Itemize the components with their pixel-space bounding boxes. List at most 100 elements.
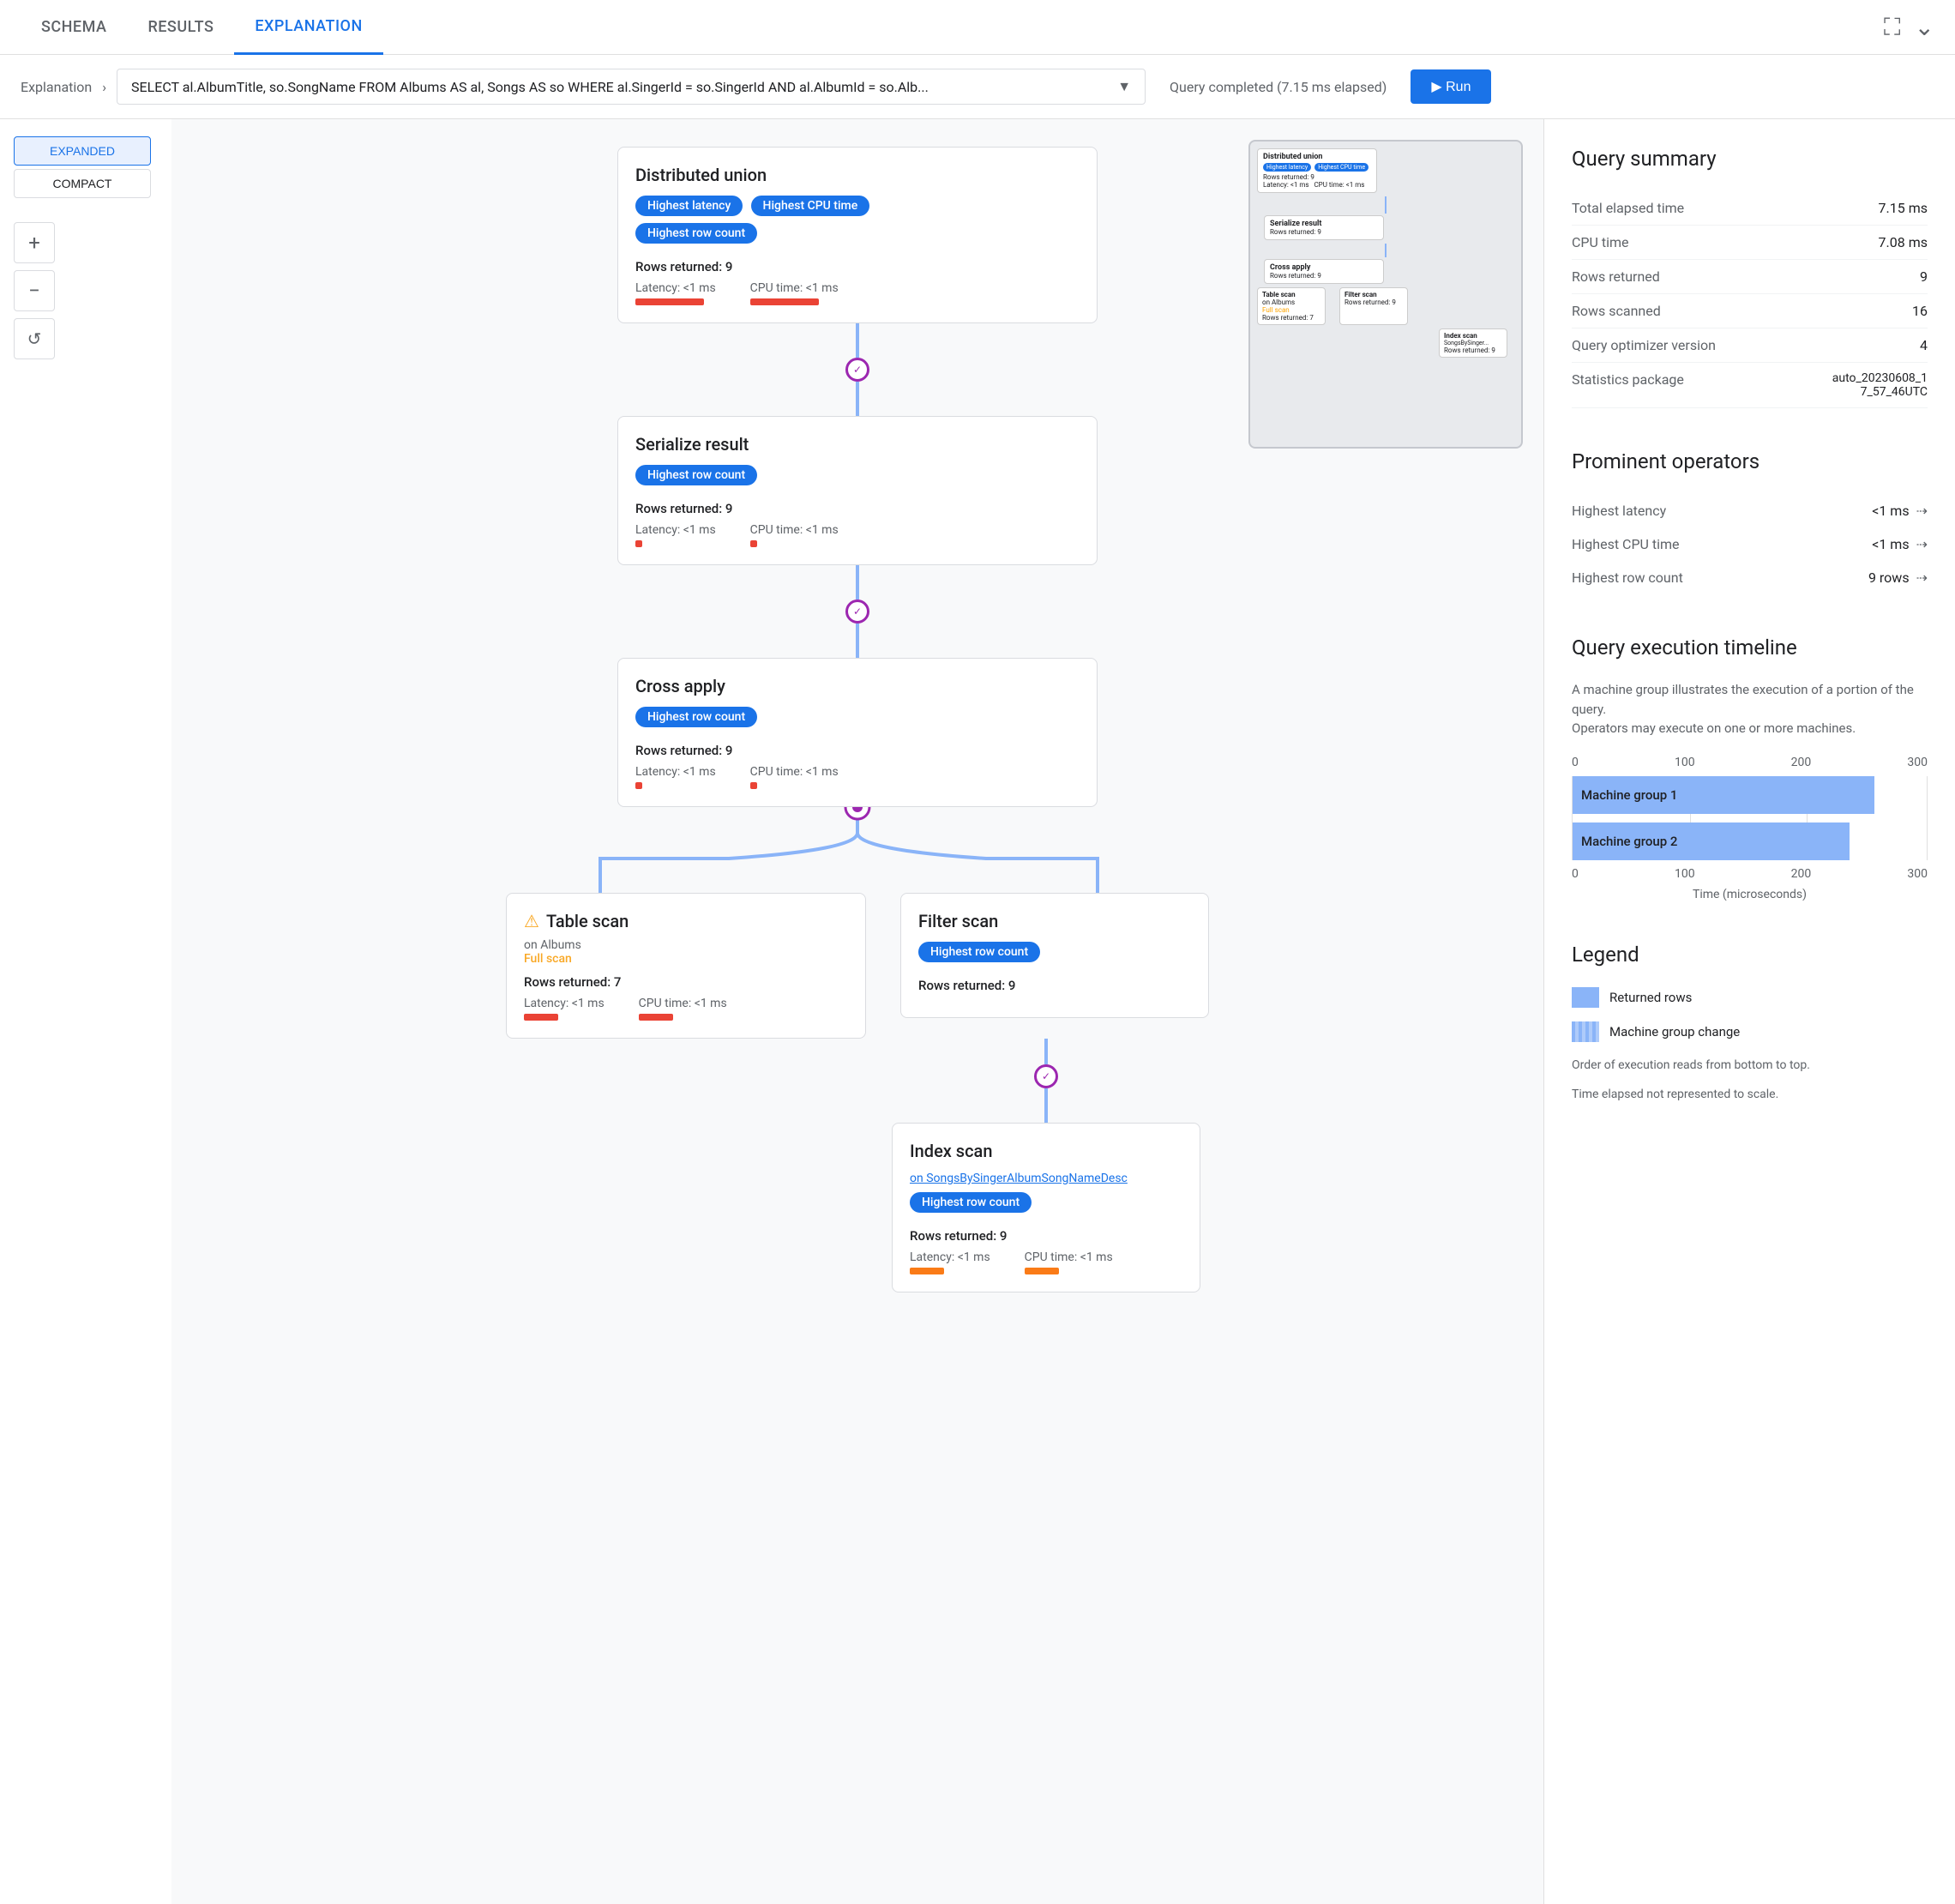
- axis-bottom-100: 100: [1675, 867, 1695, 881]
- machine-group-1-label: Machine group 1: [1581, 787, 1677, 803]
- legend-note-1: Order of execution reads from bottom to …: [1572, 1056, 1928, 1075]
- prominent-operators-title: Prominent operators: [1572, 449, 1928, 473]
- legend-machine-group-label: Machine group change: [1609, 1024, 1740, 1039]
- compact-view-button[interactable]: COMPACT: [14, 169, 151, 198]
- summary-row-5: Statistics package auto_20230608_17_57_4…: [1572, 363, 1928, 408]
- canvas-area: Distributed union Highest latency Highes…: [171, 119, 1543, 1904]
- timeline-chart: 0 100 200 300 Machine group 1: [1572, 756, 1928, 901]
- zoom-in-button[interactable]: +: [14, 222, 55, 263]
- summary-row-1: CPU time 7.08 ms: [1572, 226, 1928, 260]
- query-summary-title: Query summary: [1572, 147, 1928, 171]
- fullscreen-icon[interactable]: ⛶: [1884, 13, 1901, 42]
- distributed-union-cpu: CPU time: <1 ms: [750, 281, 839, 305]
- serialize-latency: Latency: <1 ms: [635, 523, 716, 547]
- table-scan-latency: Latency: <1 ms: [524, 997, 605, 1021]
- index-scan-node: Index scan on SongsBySingerAlbumSongName…: [892, 1123, 1200, 1292]
- distributed-union-rows: Rows returned: 9: [635, 259, 1080, 274]
- axis-200: 200: [1791, 756, 1812, 769]
- query-status: Query completed (7.15 ms elapsed): [1170, 79, 1387, 95]
- prominent-operators-section: Prominent operators Highest latency <1 m…: [1572, 449, 1928, 594]
- expanded-view-button[interactable]: EXPANDED: [14, 136, 151, 166]
- left-controls: EXPANDED COMPACT + − ↺: [0, 119, 171, 1904]
- serialize-rowcount-badge: Highest row count: [635, 465, 757, 485]
- axis-300: 300: [1907, 756, 1928, 769]
- tab-schema[interactable]: SCHEMA: [21, 1, 127, 53]
- query-dropdown-arrow[interactable]: ▼: [1117, 78, 1131, 95]
- link-icon-2[interactable]: ⇢: [1916, 536, 1928, 552]
- table-scan-title: Table scan: [546, 911, 629, 931]
- connector-2: ✓: [845, 565, 869, 658]
- mini-map: Distributed union Highest latency Highes…: [1248, 140, 1523, 449]
- highest-latency-badge: Highest latency: [635, 196, 743, 216]
- refresh-button[interactable]: ↺: [14, 318, 55, 359]
- filter-scan-badge: Highest row count: [918, 942, 1040, 962]
- axis-0: 0: [1572, 756, 1579, 769]
- execution-timeline-section: Query execution timeline A machine group…: [1572, 636, 1928, 901]
- link-icon-3[interactable]: ⇢: [1916, 569, 1928, 586]
- query-input[interactable]: SELECT al.AlbumTitle, so.SongName FROM A…: [117, 69, 1146, 105]
- axis-bottom-200: 200: [1791, 867, 1812, 881]
- filter-scan-node: Filter scan Highest row count Rows retur…: [900, 893, 1209, 1039]
- axis-100: 100: [1675, 756, 1695, 769]
- legend-item-returned-rows: Returned rows: [1572, 987, 1928, 1008]
- index-scan-subtitle[interactable]: on SongsBySingerAlbumSongNameDesc: [910, 1172, 1182, 1185]
- summary-row-3: Rows scanned 16: [1572, 294, 1928, 328]
- highest-cpu-badge: Highest CPU time: [751, 196, 870, 216]
- zoom-out-button[interactable]: −: [14, 270, 55, 311]
- summary-row-2: Rows returned 9: [1572, 260, 1928, 294]
- breadcrumb-arrow: ›: [102, 79, 106, 95]
- legend-returned-rows-label: Returned rows: [1609, 990, 1692, 1005]
- index-scan-title: Index scan: [910, 1141, 1182, 1161]
- chevron-down-icon[interactable]: ⌄: [1915, 13, 1934, 42]
- prominent-row-1: Highest CPU time <1 ms ⇢: [1572, 527, 1928, 561]
- distributed-union-latency: Latency: <1 ms: [635, 281, 716, 305]
- legend-note-2: Time elapsed not represented to scale.: [1572, 1085, 1928, 1104]
- table-scan-subtitle2: Full scan: [524, 952, 848, 966]
- index-scan-connector: ✓: [1034, 1039, 1058, 1123]
- prominent-row-2: Highest row count 9 rows ⇢: [1572, 561, 1928, 594]
- query-bar: Explanation › SELECT al.AlbumTitle, so.S…: [0, 55, 1955, 119]
- legend-solid-box: [1572, 987, 1599, 1008]
- warning-icon: ⚠: [524, 911, 539, 931]
- cross-apply-title: Cross apply: [635, 676, 1080, 696]
- filter-scan-rows: Rows returned: 9: [918, 978, 1191, 993]
- tab-results[interactable]: RESULTS: [127, 1, 234, 53]
- index-scan-cpu: CPU time: <1 ms: [1025, 1250, 1113, 1274]
- highest-rowcount-badge-1: Highest row count: [635, 223, 757, 244]
- distributed-union-title: Distributed union: [635, 165, 1080, 185]
- machine-group-1-bar: Machine group 1: [1573, 776, 1928, 814]
- cross-apply-node: Cross apply Highest row count Rows retur…: [617, 658, 1098, 807]
- legend-item-machine-group: Machine group change: [1572, 1021, 1928, 1042]
- query-summary-section: Query summary Total elapsed time 7.15 ms…: [1572, 147, 1928, 408]
- index-scan-rows: Rows returned: 9: [910, 1228, 1182, 1244]
- branch-arc-svg: [472, 807, 1243, 893]
- axis-bottom-0: 0: [1572, 867, 1579, 881]
- prominent-row-0: Highest latency <1 ms ⇢: [1572, 494, 1928, 527]
- branch-connector: [472, 807, 1243, 893]
- serialize-cpu: CPU time: <1 ms: [750, 523, 839, 547]
- serialize-result-node: Serialize result Highest row count Rows …: [617, 416, 1098, 565]
- table-scan-node: ⚠ Table scan on Albums Full scan Rows re…: [506, 893, 866, 1039]
- connector-1: ✓: [845, 323, 869, 416]
- run-button[interactable]: ▶ Run: [1411, 69, 1491, 104]
- machine-group-2-label: Machine group 2: [1581, 834, 1677, 849]
- link-icon-1[interactable]: ⇢: [1916, 503, 1928, 519]
- tabs-bar: SCHEMA RESULTS EXPLANATION ⛶ ⌄: [0, 0, 1955, 55]
- cross-apply-cpu: CPU time: <1 ms: [750, 765, 839, 789]
- legend-striped-box: [1572, 1021, 1599, 1042]
- serialize-result-rows: Rows returned: 9: [635, 501, 1080, 516]
- filter-scan-title: Filter scan: [918, 911, 1191, 931]
- tab-explanation[interactable]: EXPLANATION: [234, 0, 382, 55]
- cross-apply-rowcount-badge: Highest row count: [635, 707, 757, 727]
- index-scan-latency: Latency: <1 ms: [910, 1250, 990, 1274]
- branch-wrapper: ⚠ Table scan on Albums Full scan Rows re…: [199, 893, 1516, 1039]
- serialize-result-title: Serialize result: [635, 434, 1080, 455]
- table-scan-rows: Rows returned: 7: [524, 974, 848, 990]
- timeline-unit: Time (microseconds): [1572, 888, 1928, 901]
- cross-apply-rows: Rows returned: 9: [635, 743, 1080, 758]
- table-scan-subtitle1: on Albums: [524, 938, 848, 952]
- axis-bottom-300: 300: [1907, 867, 1928, 881]
- cross-apply-latency: Latency: <1 ms: [635, 765, 716, 789]
- summary-row-4: Query optimizer version 4: [1572, 328, 1928, 363]
- query-text: SELECT al.AlbumTitle, so.SongName FROM A…: [131, 79, 1110, 95]
